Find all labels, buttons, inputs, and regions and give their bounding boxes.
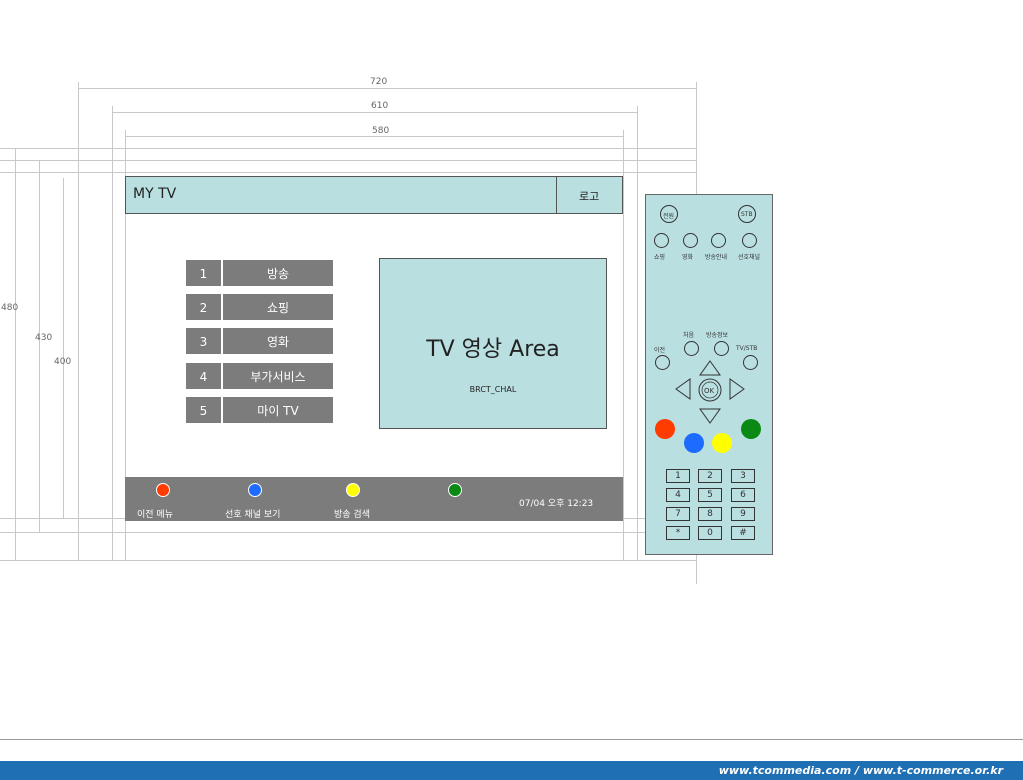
key-star[interactable]: * xyxy=(666,526,690,540)
stb-button[interactable]: STB xyxy=(738,205,756,223)
dim-vline-430 xyxy=(39,160,40,532)
menu-num-1: 1 xyxy=(185,259,222,287)
key-8[interactable]: 8 xyxy=(698,507,722,521)
key-9[interactable]: 9 xyxy=(731,507,755,521)
menu-num-5: 5 xyxy=(185,396,222,424)
frame-line xyxy=(0,148,696,149)
menu-num-3: 3 xyxy=(185,327,222,355)
info-key[interactable] xyxy=(714,341,729,356)
favorite-key-label: 선호채널 xyxy=(738,254,761,261)
dim-label-480: 480 xyxy=(1,303,19,313)
arrow-up-icon[interactable] xyxy=(699,360,721,376)
page-title: MY TV xyxy=(133,186,177,202)
stb-label: STB xyxy=(741,211,753,218)
footer-bar: www.tcommedia.com / www.t-commerce.or.kr xyxy=(0,761,1023,780)
tv-area-sub: BRCT_CHAL xyxy=(469,385,517,394)
dim-line-720 xyxy=(78,88,696,89)
shopping-key[interactable] xyxy=(654,233,669,248)
menu-item-movie[interactable]: 영화 xyxy=(222,327,334,355)
dim-label-610: 610 xyxy=(371,101,389,111)
bottom-bar: 이전 메뉴 선호 채널 보기 방송 검색 07/04 오후 12:23 xyxy=(125,477,623,521)
arrow-down-icon[interactable] xyxy=(699,408,721,424)
frame-line xyxy=(0,560,696,561)
movie-key[interactable] xyxy=(683,233,698,248)
red-button-icon xyxy=(156,483,170,497)
remote-green-key[interactable] xyxy=(741,419,761,439)
dim-line-580 xyxy=(125,136,623,137)
key-2[interactable]: 2 xyxy=(698,469,722,483)
menu-item-my-tv[interactable]: 마이 TV xyxy=(222,396,334,424)
guide-key[interactable] xyxy=(711,233,726,248)
yellow-button-icon xyxy=(346,483,360,497)
dim-label-720: 720 xyxy=(370,77,388,87)
broadcast-search-label[interactable]: 방송 검색 xyxy=(334,507,370,520)
dim-label-580: 580 xyxy=(372,126,390,136)
remote-red-key[interactable] xyxy=(655,419,675,439)
menu-item-shopping[interactable]: 쇼핑 xyxy=(222,293,334,321)
favorite-key[interactable] xyxy=(742,233,757,248)
frame-line xyxy=(0,532,696,533)
dim-vline-400 xyxy=(63,178,64,518)
logo-button[interactable]: 로고 xyxy=(556,177,624,213)
key-hash[interactable]: # xyxy=(731,526,755,540)
key-1[interactable]: 1 xyxy=(666,469,690,483)
power-label: 전원 xyxy=(663,213,675,220)
remote-control: 전원 STB 쇼핑 영화 방송안내 선호채널 처음 방송정보 이전 TV/STB… xyxy=(645,194,773,555)
shopping-key-label: 쇼핑 xyxy=(654,254,666,261)
tvstb-key-label: TV/STB xyxy=(736,345,758,352)
key-5[interactable]: 5 xyxy=(698,488,722,502)
frame-line xyxy=(0,172,696,173)
menu-num-2: 2 xyxy=(185,293,222,321)
dim-vline-480 xyxy=(15,148,16,560)
menu-num-4: 4 xyxy=(185,362,222,390)
guide-key-label: 방송안내 xyxy=(705,254,728,261)
blue-button-icon xyxy=(248,483,262,497)
tv-video-area: TV 영상 Area BRCT_CHAL xyxy=(379,258,607,429)
first-key-label: 처음 xyxy=(683,332,695,339)
arrow-left-icon[interactable] xyxy=(675,378,691,400)
datetime: 07/04 오후 12:23 xyxy=(519,499,594,509)
tv-area-label: TV 영상 Area xyxy=(426,337,560,362)
frame-line xyxy=(0,160,696,161)
frame-line xyxy=(637,106,638,560)
key-3[interactable]: 3 xyxy=(731,469,755,483)
menu-item-extra-services[interactable]: 부가서비스 xyxy=(222,362,334,390)
key-4[interactable]: 4 xyxy=(666,488,690,502)
green-button-icon xyxy=(448,483,462,497)
frame-line xyxy=(112,106,113,560)
remote-blue-key[interactable] xyxy=(684,433,704,453)
prev-key[interactable] xyxy=(655,355,670,370)
remote-yellow-key[interactable] xyxy=(712,433,732,453)
ok-label: OK xyxy=(704,387,715,395)
footer-url[interactable]: www.tcommedia.com / www.t-commerce.or.kr xyxy=(719,764,1003,777)
dim-label-430: 430 xyxy=(35,333,53,343)
page-separator xyxy=(0,739,1023,740)
frame-line xyxy=(78,82,79,560)
key-7[interactable]: 7 xyxy=(666,507,690,521)
key-0[interactable]: 0 xyxy=(698,526,722,540)
menu-item-broadcast[interactable]: 방송 xyxy=(222,259,334,287)
arrow-right-icon[interactable] xyxy=(729,378,745,400)
dim-label-400: 400 xyxy=(54,357,72,367)
dim-line-610 xyxy=(112,112,638,113)
info-key-label: 방송정보 xyxy=(706,332,729,339)
prev-key-label: 이전 xyxy=(654,347,666,354)
power-button[interactable]: 전원 xyxy=(660,205,678,223)
movie-key-label: 영화 xyxy=(682,254,694,261)
screen-header: MY TV 로고 xyxy=(125,176,623,214)
first-key[interactable] xyxy=(684,341,699,356)
prev-menu-label[interactable]: 이전 메뉴 xyxy=(137,507,173,520)
key-6[interactable]: 6 xyxy=(731,488,755,502)
logo-label: 로고 xyxy=(579,190,600,203)
favorite-channel-label[interactable]: 선호 채널 보기 xyxy=(225,507,280,520)
